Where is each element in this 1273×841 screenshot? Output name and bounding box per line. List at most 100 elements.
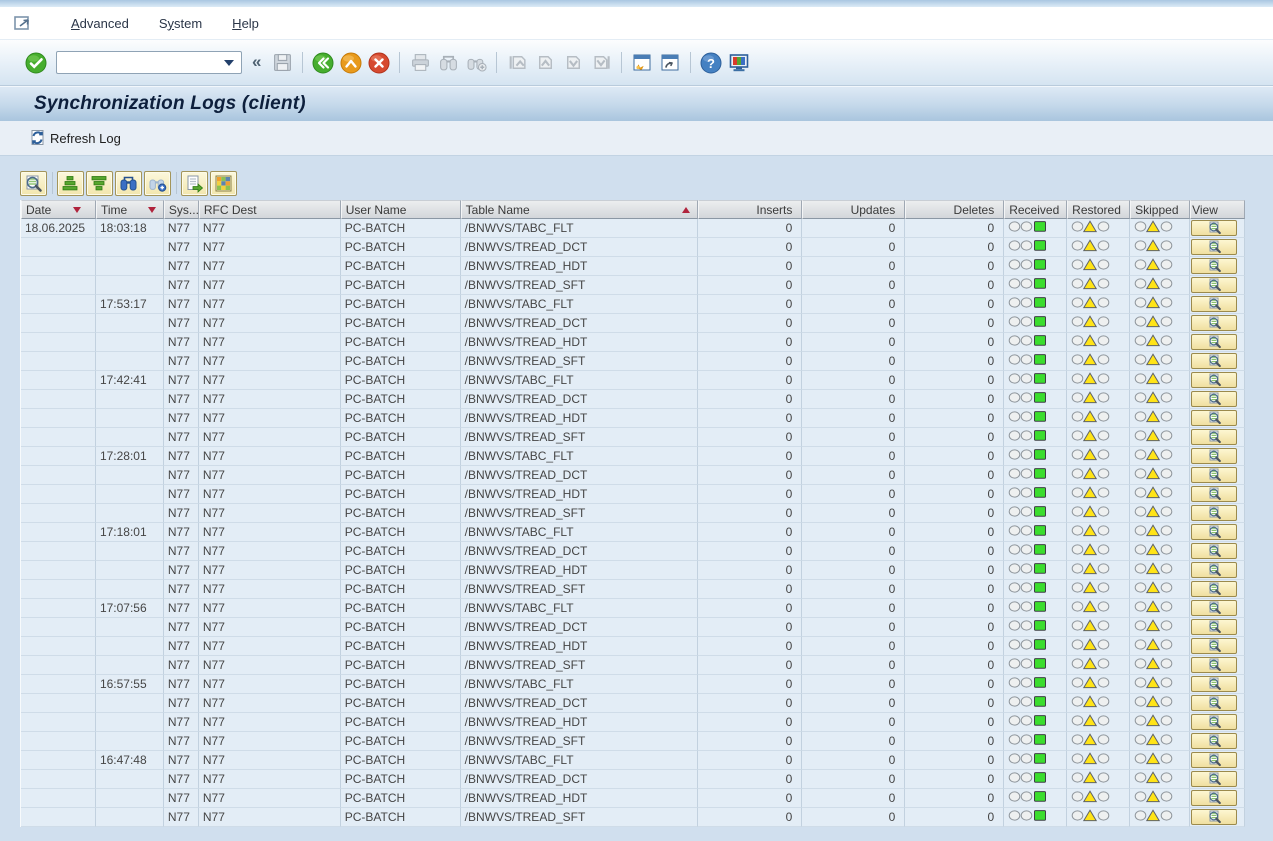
view-details-button[interactable] [1191,600,1237,616]
collapse-command-icon[interactable]: « [252,52,261,72]
find-button-alv[interactable] [115,171,142,196]
column-header-table-name[interactable]: Table Name [461,200,699,219]
command-dropdown-icon[interactable] [224,60,234,66]
view-details-button[interactable] [1191,771,1237,787]
view-details-button[interactable] [1191,277,1237,293]
exit-button[interactable] [339,51,363,75]
cell-updates: 0 [802,561,905,580]
view-details-button[interactable] [1191,467,1237,483]
view-details-button[interactable] [1191,752,1237,768]
table-row: N77 N77 PC-BATCH /BNWVS/TREAD_SFT 0 0 0 [21,808,1245,827]
cell-time [96,352,164,371]
next-page-button[interactable] [561,51,585,75]
sort-descending-button[interactable] [86,171,113,196]
view-details-button[interactable] [1191,657,1237,673]
cell-deletes: 0 [905,618,1004,637]
column-header-updates[interactable]: Updates [802,200,905,219]
status-green-led-icon [1008,619,1048,635]
sort-ascending-button[interactable] [57,171,84,196]
view-details-button[interactable] [1191,353,1237,369]
view-details-button[interactable] [1191,676,1237,692]
cell-restored [1067,257,1130,276]
view-details-button[interactable] [1191,733,1237,749]
column-header-rfc-dest[interactable]: RFC Dest [199,200,341,219]
view-details-button[interactable] [1191,372,1237,388]
column-header-time[interactable]: Time [96,200,164,219]
menu-item-system[interactable]: System [144,16,217,31]
create-shortcut-button[interactable] [658,51,682,75]
system-menu-icon[interactable] [14,15,34,31]
export-button[interactable] [181,171,208,196]
cell-sys: N77 [164,789,199,808]
cell-inserts: 0 [698,466,802,485]
previous-page-button[interactable] [533,51,557,75]
column-header-received[interactable]: Received [1004,200,1067,219]
cell-deletes: 0 [905,789,1004,808]
cell-skipped [1130,390,1190,409]
status-green-led-icon [1008,505,1048,521]
find-button[interactable] [436,51,460,75]
view-details-button[interactable] [1191,505,1237,521]
cell-rfc-dest: N77 [199,466,341,485]
save-button[interactable] [270,51,294,75]
column-header-skipped[interactable]: Skipped [1130,200,1190,219]
view-details-button[interactable] [1191,429,1237,445]
cell-updates: 0 [802,751,905,770]
status-yellow-led-icon [1071,619,1111,635]
view-details-button[interactable] [1191,296,1237,312]
cell-skipped [1130,808,1190,827]
view-details-button[interactable] [1191,790,1237,806]
view-details-button[interactable] [1191,543,1237,559]
view-details-button[interactable] [1191,695,1237,711]
details-button[interactable] [20,171,47,196]
customize-layout-button[interactable] [727,51,751,75]
cell-table-name: /BNWVS/TREAD_SFT [461,276,699,295]
view-details-button[interactable] [1191,258,1237,274]
back-button[interactable] [311,51,335,75]
find-next-button-alv[interactable] [144,171,171,196]
choose-layout-button[interactable] [210,171,237,196]
cell-date [21,504,96,523]
view-details-button[interactable] [1191,486,1237,502]
view-details-button[interactable] [1191,638,1237,654]
column-header-view[interactable]: View [1190,200,1245,219]
status-yellow-led-icon [1071,258,1111,274]
view-details-button[interactable] [1191,448,1237,464]
status-yellow-led-icon [1071,676,1111,692]
column-header-restored[interactable]: Restored [1067,200,1130,219]
view-details-button[interactable] [1191,410,1237,426]
first-page-button[interactable] [505,51,529,75]
column-header-date[interactable]: Date [21,200,96,219]
column-header-inserts[interactable]: Inserts [698,200,802,219]
new-session-button[interactable] [630,51,654,75]
cell-view [1190,789,1245,808]
find-next-button[interactable] [464,51,488,75]
command-input[interactable] [57,53,224,72]
column-header-sys[interactable]: Sys... [164,200,199,219]
view-details-button[interactable] [1191,315,1237,331]
view-details-button[interactable] [1191,220,1237,236]
help-button[interactable]: ? [699,51,723,75]
command-field[interactable] [56,51,242,74]
menu-item-advanced[interactable]: Advanced [56,16,144,31]
view-details-button[interactable] [1191,334,1237,350]
view-details-button[interactable] [1191,714,1237,730]
cell-table-name: /BNWVS/TREAD_HDT [461,637,699,656]
view-details-button[interactable] [1191,809,1237,825]
column-header-user-name[interactable]: User Name [341,200,461,219]
menu-item-help[interactable]: Help [217,16,274,31]
view-details-button[interactable] [1191,619,1237,635]
view-details-button[interactable] [1191,524,1237,540]
enter-button[interactable] [24,51,48,75]
column-header-deletes[interactable]: Deletes [905,200,1004,219]
view-details-button[interactable] [1191,239,1237,255]
refresh-log-button[interactable]: Refresh Log [28,129,121,147]
print-button[interactable] [408,51,432,75]
last-page-button[interactable] [589,51,613,75]
view-details-button[interactable] [1191,562,1237,578]
view-details-button[interactable] [1191,581,1237,597]
cancel-button[interactable] [367,51,391,75]
cell-updates: 0 [802,333,905,352]
view-details-button[interactable] [1191,391,1237,407]
cell-inserts: 0 [698,257,802,276]
